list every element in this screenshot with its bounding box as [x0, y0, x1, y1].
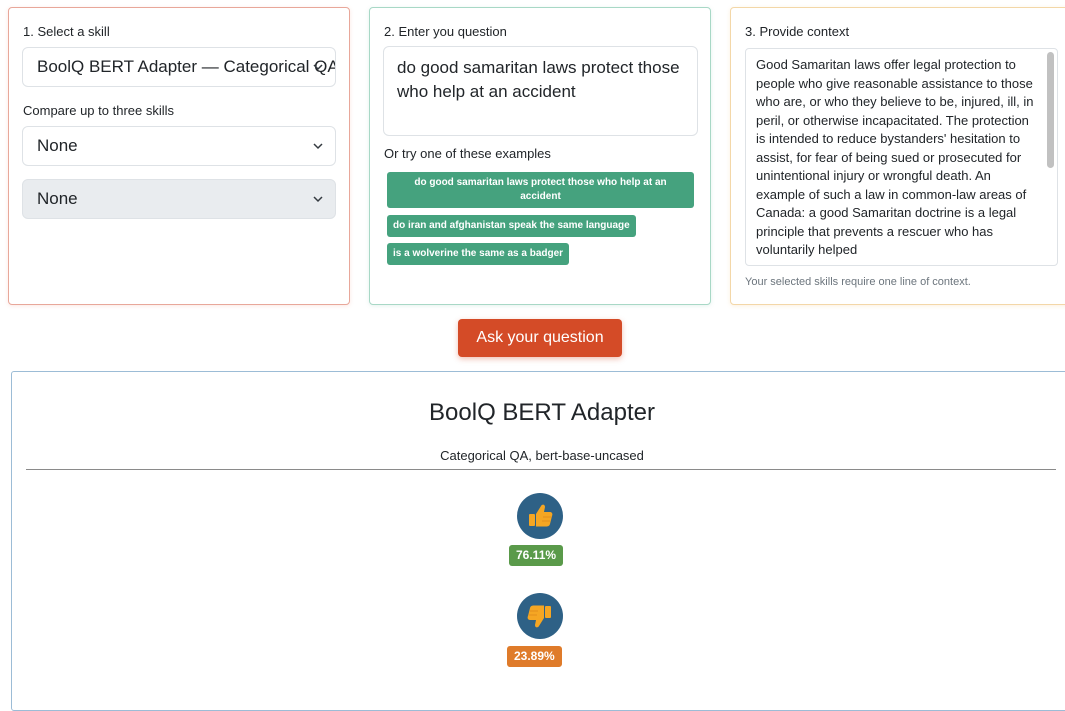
- chevron-down-icon: [313, 64, 323, 71]
- question-card: 2. Enter you question do good samaritan …: [369, 7, 711, 305]
- chevron-down-icon: [313, 196, 323, 203]
- context-text: Good Samaritan laws offer legal protecti…: [756, 57, 1034, 257]
- question-input[interactable]: do good samaritan laws protect those who…: [383, 46, 698, 136]
- question-label: 2. Enter you question: [384, 24, 507, 39]
- context-hint: Your selected skills require one line of…: [745, 276, 971, 288]
- example-button[interactable]: is a wolverine the same as a badger: [387, 243, 570, 265]
- chevron-down-icon: [313, 143, 323, 150]
- no-probability-badge: 23.89%: [507, 646, 562, 667]
- skill-selection-card: 1. Select a skill BoolQ BERT Adapter — C…: [8, 7, 350, 305]
- result-divider: [26, 469, 1056, 470]
- thumbs-up-icon: [517, 493, 563, 539]
- context-card: 3. Provide context Good Samaritan laws o…: [730, 7, 1065, 305]
- compare-skill-2-value: None: [37, 189, 78, 208]
- context-label: 3. Provide context: [745, 24, 850, 39]
- compare-skill-1-value: None: [37, 136, 78, 155]
- compare-skill-select-2[interactable]: None: [22, 179, 336, 219]
- skill-select[interactable]: BoolQ BERT Adapter — Categorical QA: [22, 47, 336, 87]
- ask-question-button[interactable]: Ask your question: [458, 319, 622, 357]
- context-textarea[interactable]: Good Samaritan laws offer legal protecti…: [745, 48, 1058, 266]
- compare-skill-select-1[interactable]: None: [22, 126, 336, 166]
- thumbs-down-icon: [517, 593, 563, 639]
- example-button[interactable]: do good samaritan laws protect those who…: [387, 172, 694, 208]
- skill-select-value: BoolQ BERT Adapter — Categorical QA: [37, 57, 336, 76]
- compare-skills-label: Compare up to three skills: [23, 103, 175, 118]
- result-title: BoolQ BERT Adapter: [429, 399, 655, 426]
- yes-probability-badge: 76.11%: [509, 545, 564, 566]
- context-scrollbar[interactable]: [1047, 52, 1054, 168]
- result-subtitle: Categorical QA, bert-base-uncased: [440, 448, 644, 463]
- examples-label: Or try one of these examples: [384, 146, 551, 161]
- select-skill-label: 1. Select a skill: [23, 24, 110, 39]
- result-panel: BoolQ BERT Adapter Categorical QA, bert-…: [11, 371, 1065, 711]
- example-button[interactable]: do iran and afghanistan speak the same l…: [387, 215, 636, 237]
